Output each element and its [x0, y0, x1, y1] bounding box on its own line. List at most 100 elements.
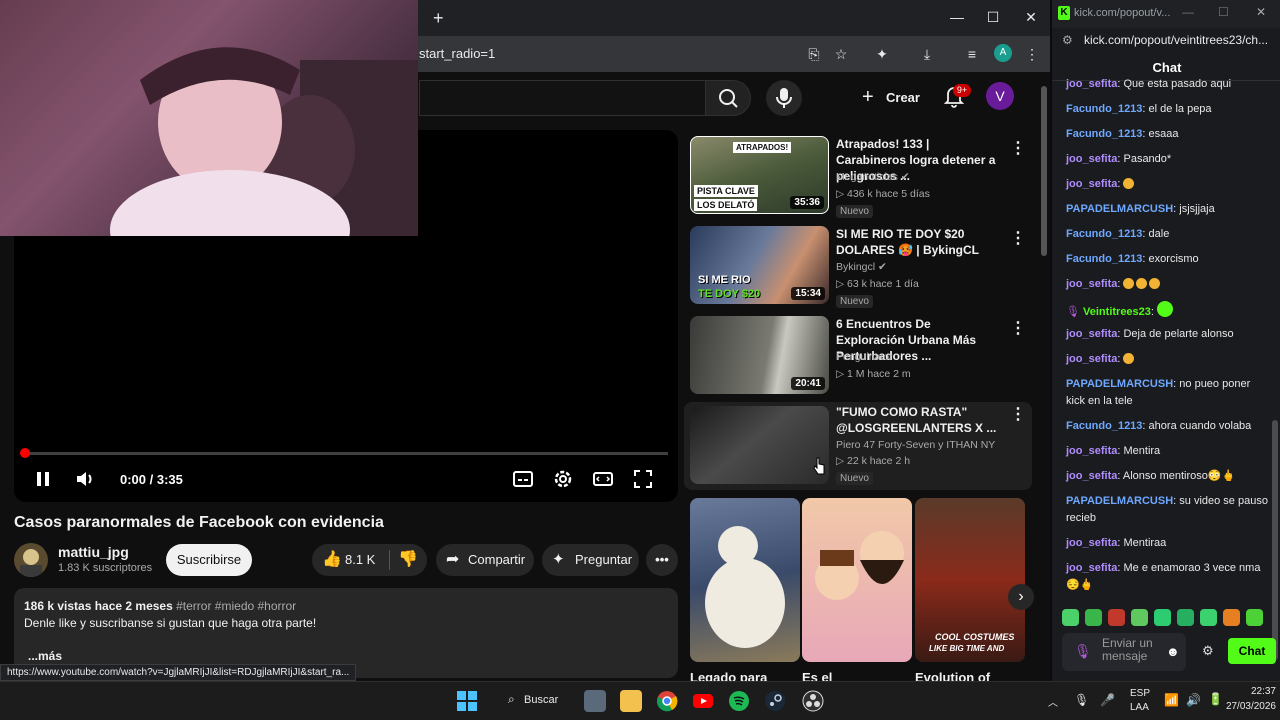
hashtags[interactable]: #terror #miedo #horror: [176, 599, 296, 613]
cast-icon[interactable]: ⎘: [804, 44, 824, 64]
url-text[interactable]: kick.com/popout/veintitrees23/ch...: [1084, 33, 1268, 47]
recommendation-item[interactable]: 20:41 6 Encuentros De Exploración Urbana…: [690, 316, 1035, 400]
recommendation-item-hovered[interactable]: "FUMO COMO RASTA" @LOSGREENLANTERS X ...…: [684, 402, 1032, 490]
file-explorer-icon[interactable]: [620, 690, 642, 712]
pause-icon[interactable]: [32, 468, 54, 490]
more-vertical-icon[interactable]: ⋮: [1010, 228, 1026, 248]
subtitles-icon[interactable]: [512, 468, 534, 490]
emote-icon[interactable]: [1131, 609, 1148, 626]
theater-mode-icon[interactable]: [592, 468, 614, 490]
minimize-icon[interactable]: —: [945, 7, 969, 27]
share-button[interactable]: ➦ Compartir: [436, 544, 534, 576]
chat-username[interactable]: joo_sefita: [1066, 562, 1117, 574]
input-language[interactable]: ESP: [1130, 688, 1150, 699]
steam-icon[interactable]: [764, 690, 786, 712]
emote-icon[interactable]: [1246, 609, 1263, 626]
short-title[interactable]: Legado para: [690, 670, 767, 681]
chat-username[interactable]: joo_sefita: [1066, 153, 1117, 165]
thumbs-up-icon[interactable]: 👍: [322, 544, 342, 576]
more-actions-button[interactable]: •••: [646, 544, 678, 576]
fullscreen-icon[interactable]: [632, 468, 654, 490]
channel-avatar[interactable]: [14, 543, 48, 577]
url-text[interactable]: start_radio=1: [419, 46, 495, 61]
clock-time[interactable]: 22:37: [1228, 686, 1276, 697]
chat-username[interactable]: PAPADELMARCUSH: [1066, 495, 1173, 507]
video-thumbnail[interactable]: ATRAPADOS! PISTA CLAVE LOS DELATÓ 35:36: [690, 136, 829, 214]
shorts-next-chevron-icon[interactable]: ›: [1008, 584, 1034, 610]
task-view-icon[interactable]: [584, 690, 606, 712]
channel-name[interactable]: Piero 47 Forty-Seven y ITHAN NY: [836, 439, 995, 451]
chat-username[interactable]: PAPADELMARCUSH: [1066, 203, 1173, 215]
send-chat-button[interactable]: Chat: [1228, 638, 1276, 664]
chat-username[interactable]: joo_sefita: [1066, 78, 1117, 90]
chat-username[interactable]: Facundo_1213: [1066, 228, 1142, 240]
chat-scrollbar[interactable]: [1272, 90, 1278, 670]
progress-bar[interactable]: [24, 452, 668, 455]
extensions-icon[interactable]: ✦: [872, 44, 892, 64]
chrome-icon[interactable]: [656, 690, 678, 712]
video-thumbnail[interactable]: [690, 406, 829, 484]
channel-name[interactable]: Penguinator: [836, 351, 893, 363]
short-thumbnail[interactable]: [690, 498, 800, 662]
emote-icon[interactable]: [1154, 609, 1171, 626]
maximize-icon[interactable]: ☐: [981, 7, 1005, 27]
create-button[interactable]: + Crear: [856, 80, 924, 116]
spotify-icon[interactable]: [728, 690, 750, 712]
recommendation-item[interactable]: ATRAPADOS! PISTA CLAVE LOS DELATÓ 35:36 …: [690, 136, 1035, 220]
close-icon[interactable]: ✕: [1256, 5, 1266, 19]
short-thumbnail[interactable]: COOL COSTUMES LIKE BIG TIME AND: [915, 498, 1025, 662]
youtube-icon[interactable]: [692, 690, 714, 712]
volume-icon[interactable]: [74, 468, 96, 490]
recommendation-item[interactable]: SI ME RIO TE DOY $20 15:34 SI ME RIO TE …: [690, 226, 1035, 310]
bookmark-star-icon[interactable]: ☆: [831, 44, 851, 64]
chat-username[interactable]: Veintitrees23: [1083, 306, 1151, 318]
clock-date[interactable]: 27/03/2026: [1212, 701, 1276, 712]
mic-muted-icon[interactable]: 🎙: [1074, 693, 1089, 707]
subscribe-button[interactable]: Suscribirse: [166, 544, 252, 576]
chat-username[interactable]: Facundo_1213: [1066, 253, 1142, 265]
emoji-picker-icon[interactable]: ☻: [1166, 644, 1180, 659]
video-title[interactable]: "FUMO COMO RASTA" @LOSGREENLANTERS X ...: [836, 404, 1002, 436]
browser-menu-icon[interactable]: ⋮: [1022, 44, 1042, 64]
page-scrollbar[interactable]: [1041, 86, 1047, 256]
chat-username[interactable]: Facundo_1213: [1066, 420, 1142, 432]
emote-icon[interactable]: [1085, 609, 1102, 626]
taskbar-search-label[interactable]: Buscar: [524, 694, 558, 706]
video-thumbnail[interactable]: 20:41: [690, 316, 829, 394]
channel-name[interactable]: Bykingcl ✔: [836, 261, 887, 273]
chat-username[interactable]: joo_sefita: [1066, 353, 1117, 365]
tray-chevron-up-icon[interactable]: ︿: [1048, 694, 1058, 709]
settings-gear-icon[interactable]: [552, 468, 574, 490]
more-vertical-icon[interactable]: ⋮: [1010, 318, 1026, 338]
more-vertical-icon[interactable]: ⋮: [1010, 138, 1026, 158]
short-title[interactable]: Es el: [802, 670, 832, 681]
short-title[interactable]: Evolution of: [915, 670, 990, 681]
chat-username[interactable]: joo_sefita: [1066, 178, 1117, 190]
thumbs-down-icon[interactable]: 👎: [398, 544, 418, 576]
volume-icon[interactable]: 🔊: [1186, 693, 1201, 707]
new-tab-plus-icon[interactable]: +: [433, 8, 444, 29]
search-icon[interactable]: ⌕: [508, 692, 515, 707]
chat-username[interactable]: joo_sefita: [1066, 470, 1117, 482]
download-icon[interactable]: ⤓: [917, 44, 937, 64]
windows-start-icon[interactable]: [456, 690, 478, 712]
site-settings-icon[interactable]: ⚙: [1062, 33, 1073, 47]
wifi-icon[interactable]: 📶: [1164, 693, 1179, 707]
ask-button[interactable]: ✦ Preguntar: [542, 544, 639, 576]
video-thumbnail[interactable]: SI ME RIO TE DOY $20 15:34: [690, 226, 829, 304]
chat-username[interactable]: PAPADELMARCUSH: [1066, 378, 1173, 390]
channel-name[interactable]: Meganoticias ✔: [836, 171, 910, 183]
show-more-link[interactable]: ...más: [28, 649, 62, 663]
more-vertical-icon[interactable]: ⋮: [1010, 404, 1026, 424]
voice-search-button[interactable]: [766, 80, 802, 116]
obs-icon[interactable]: [802, 690, 824, 712]
video-title[interactable]: SI ME RIO TE DOY $20 DOLARES 🥵 | BykingC…: [836, 226, 1002, 258]
chat-username[interactable]: joo_sefita: [1066, 537, 1117, 549]
emote-icon[interactable]: [1177, 609, 1194, 626]
chat-message-input[interactable]: 🎙 Enviar un mensaje ☻: [1062, 633, 1186, 671]
search-input[interactable]: [419, 80, 705, 116]
chat-username[interactable]: Facundo_1213: [1066, 128, 1142, 140]
close-icon[interactable]: ✕: [1019, 7, 1043, 27]
keyboard-layout[interactable]: LAA: [1130, 702, 1149, 713]
emote-icon[interactable]: [1223, 609, 1240, 626]
